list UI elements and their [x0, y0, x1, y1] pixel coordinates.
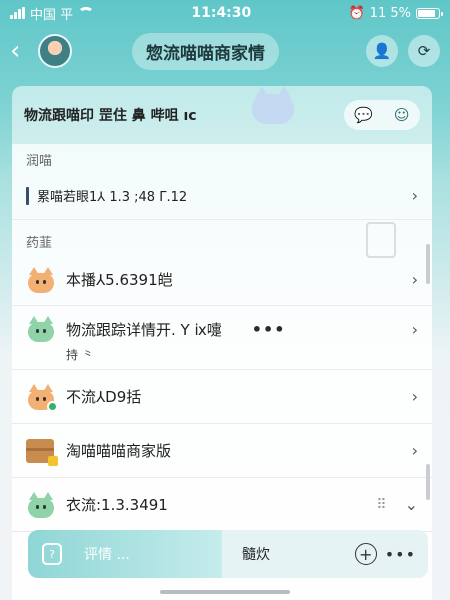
drag-handle-icon[interactable]: ⠿: [376, 497, 386, 513]
green-cat-icon: [26, 491, 56, 518]
list-item-label: 淘喵喵喵商家版: [66, 442, 172, 460]
profile-button[interactable]: 👤: [366, 35, 398, 67]
package-icon: [26, 438, 58, 466]
marker-bar: [26, 186, 29, 205]
status-bar: 中国 平 11:4:30 ⏰ 11 5%: [0, 0, 450, 26]
refresh-icon: ⟳: [417, 42, 431, 60]
settings-button[interactable]: ⟳: [408, 35, 440, 67]
wifi-icon: [78, 7, 95, 19]
tracking-header-card: 物流跟喵印 罡住 鼻 哔咀 ıc 💬 ☺: [12, 86, 432, 144]
list-item-label: 衣流:1.3.3491: [66, 496, 168, 514]
list-item-order-4[interactable]: 淘喵喵喵商家版 ›: [12, 424, 432, 478]
chevron-down-icon[interactable]: ⌄: [405, 495, 418, 514]
orange-cat-icon: [26, 266, 56, 293]
home-indicator: [160, 590, 290, 594]
status-label[interactable]: 髓炊: [242, 544, 270, 564]
nav-bar: ‹ 惣流喵喵商家情 👤 ⟳: [0, 28, 450, 74]
scrollbar-thumb-lower[interactable]: [426, 464, 430, 500]
scrollbar-thumb[interactable]: [426, 244, 430, 284]
orange-cat-check-icon: [26, 383, 58, 412]
more-options-icon[interactable]: •••: [385, 545, 416, 564]
chevron-left-icon[interactable]: ‹: [10, 36, 32, 66]
chevron-right-icon: ›: [411, 441, 418, 460]
list-item-label: 本播⅄5.6391皑: [66, 271, 173, 289]
green-cat-icon: [26, 316, 56, 342]
smile-icon[interactable]: ☺: [394, 106, 410, 124]
list-item-label: 不流⅄D9括: [66, 388, 142, 406]
carrier-label: 中国 平: [30, 7, 74, 23]
list-item-subtext: 持 ⺀: [66, 348, 94, 362]
clock: 11:4:30: [191, 5, 252, 21]
alarm-icon: ⏰: [348, 5, 365, 21]
list-item-label: 累喵若眼1⅄ 1.3 ;48 Γ.12: [37, 190, 188, 205]
person-icon: 👤: [372, 42, 392, 60]
more-options-icon[interactable]: •••: [252, 320, 286, 339]
list-item-label: 物流跟踪详情开. Y ⅸ嚏: [66, 320, 222, 339]
list-item-order-2[interactable]: 物流跟踪详情开. Y ⅸ嚏 ••• › 持 ⺀: [12, 306, 432, 370]
tracking-header-label: 物流跟喵印 罡住 鼻 哔咀 ıc: [24, 108, 197, 124]
detail-button[interactable]: ? 评情 ...: [28, 530, 222, 578]
header-actions: 💬 ☺: [344, 100, 420, 130]
chevron-right-icon: ›: [411, 186, 418, 205]
chat-bubble-icon[interactable]: 💬: [354, 106, 373, 124]
chevron-right-icon: ›: [411, 270, 418, 289]
page-title: 惣流喵喵商家情: [132, 32, 279, 70]
battery-percent: 11 5%: [369, 5, 411, 21]
list-item-tracking[interactable]: 累喵若眼1⅄ 1.3 ;48 Γ.12 ›: [12, 172, 432, 220]
list-item-order-3[interactable]: 不流⅄D9括 ›: [12, 370, 432, 424]
section-header-1: 润喵: [26, 154, 53, 169]
chevron-right-icon: ›: [411, 319, 418, 339]
user-avatar[interactable]: [38, 34, 72, 68]
list-item-order-5[interactable]: 衣流:1.3.3491 ⠿ ⌄: [12, 478, 432, 532]
chevron-right-icon: ›: [411, 387, 418, 406]
bottom-action-bar: ? 评情 ... 髓炊 + •••: [28, 530, 428, 578]
document-icon: [366, 222, 396, 258]
battery-icon: [415, 7, 443, 19]
list-item-order-1[interactable]: 本播⅄5.6391皑 ›: [12, 254, 432, 306]
signal-icon: [10, 7, 25, 19]
detail-label: 评情 ...: [84, 547, 130, 563]
check-badge-icon: [47, 400, 58, 412]
add-icon[interactable]: +: [354, 543, 377, 565]
question-icon: ?: [42, 543, 62, 565]
